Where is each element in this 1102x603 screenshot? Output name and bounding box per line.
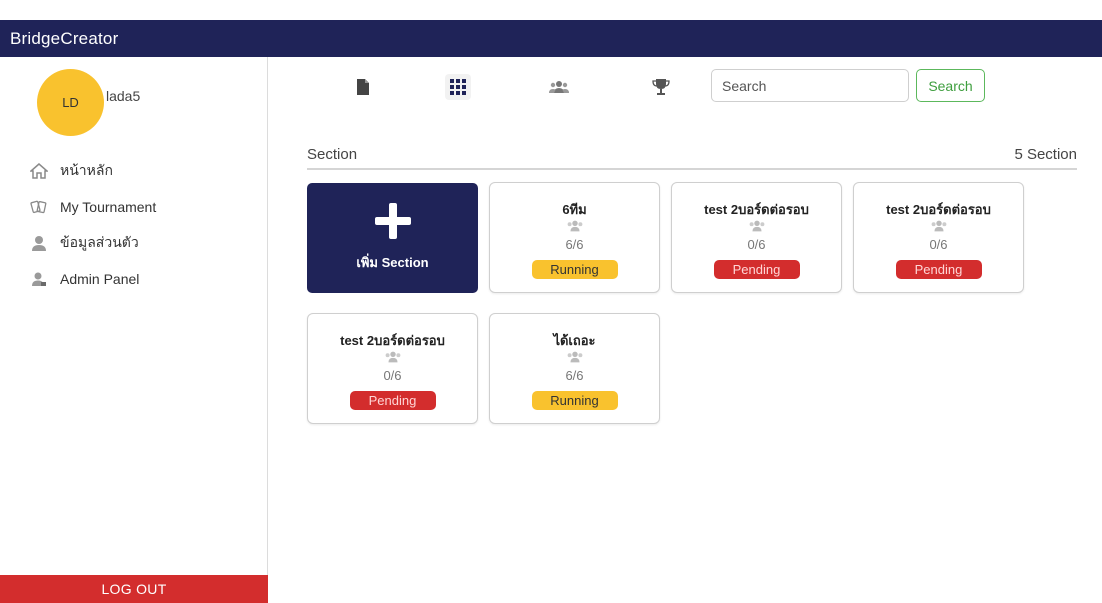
users-icon [567, 220, 582, 232]
section-name: test 2บอร์ดต่อรอบ [886, 202, 991, 217]
grid-icon[interactable] [445, 74, 471, 100]
section-card[interactable]: test 2บอร์ดต่อรอบ 0/6 Pending [671, 182, 842, 293]
avatar[interactable]: LD [37, 69, 104, 136]
status-badge: Pending [349, 391, 436, 410]
sidebar-item-home[interactable]: หน้าหลัก [30, 153, 156, 189]
cards-icon [30, 198, 48, 216]
plus-icon [374, 203, 411, 239]
app-title[interactable]: BridgeCreator [10, 29, 118, 49]
sidebar-item-label: หน้าหลัก [60, 162, 113, 178]
section-label: Section [307, 146, 358, 163]
logout-button[interactable]: LOG OUT [0, 575, 268, 603]
add-section-button[interactable]: เพิ่ม Section [307, 183, 478, 293]
home-icon [30, 162, 48, 180]
section-card[interactable]: ได้เถอะ 6/6 Running [489, 313, 660, 424]
users-icon [385, 351, 400, 363]
player-count: 6/6 [565, 237, 584, 252]
player-count: 0/6 [747, 237, 766, 252]
users-icon [567, 351, 582, 363]
avatar-initials: LD [62, 95, 79, 110]
sidebar-item-label: My Tournament [60, 199, 157, 215]
sidebar-item-label: ข้อมูลส่วนตัว [60, 234, 139, 250]
section-card[interactable]: 6ทีม 6/6 Running [489, 182, 660, 293]
admin-user-icon [30, 270, 48, 288]
toolbar: Search [268, 57, 1102, 117]
status-badge: Pending [895, 260, 982, 279]
users-icon [931, 220, 946, 232]
users-icon[interactable] [546, 74, 572, 100]
section-name: ได้เถอะ [553, 333, 596, 348]
section-card[interactable]: test 2บอร์ดต่อรอบ 0/6 Pending [307, 313, 478, 424]
status-badge: Running [531, 260, 618, 279]
sidebar: LD lada5 หน้าหลัก My Tournament ข้อมูลส่… [0, 57, 268, 603]
sidebar-item-my-tournament[interactable]: My Tournament [30, 189, 156, 225]
document-icon[interactable] [350, 74, 376, 100]
sidebar-item-profile[interactable]: ข้อมูลส่วนตัว [30, 225, 156, 261]
section-name: test 2บอร์ดต่อรอบ [340, 333, 445, 348]
player-count: 0/6 [383, 368, 402, 383]
section-card[interactable]: test 2บอร์ดต่อรอบ 0/6 Pending [853, 182, 1024, 293]
users-icon [749, 220, 764, 232]
sidebar-item-admin-panel[interactable]: Admin Panel [30, 261, 156, 297]
user-profile: LD lada5 [37, 69, 140, 136]
trophy-icon[interactable] [648, 74, 674, 100]
section-name: test 2บอร์ดต่อรอบ [704, 202, 809, 217]
status-badge: Pending [713, 260, 800, 279]
search-button[interactable]: Search [916, 69, 985, 102]
add-section-label: เพิ่ม Section [356, 255, 429, 270]
section-name: 6ทีม [562, 202, 587, 217]
section-divider [307, 168, 1077, 170]
player-count: 0/6 [929, 237, 948, 252]
user-icon [30, 234, 48, 252]
section-header: Section 5 Section [307, 146, 1077, 170]
sidebar-nav: หน้าหลัก My Tournament ข้อมูลส่วนตัว Adm… [30, 153, 156, 297]
app-bar: BridgeCreator [0, 20, 1102, 57]
search-input[interactable] [711, 69, 909, 102]
username: lada5 [106, 88, 141, 104]
sidebar-item-label: Admin Panel [60, 271, 140, 287]
player-count: 6/6 [565, 368, 584, 383]
section-count: 5 Section [1014, 146, 1077, 163]
top-strip [0, 0, 1102, 20]
status-badge: Running [531, 391, 618, 410]
